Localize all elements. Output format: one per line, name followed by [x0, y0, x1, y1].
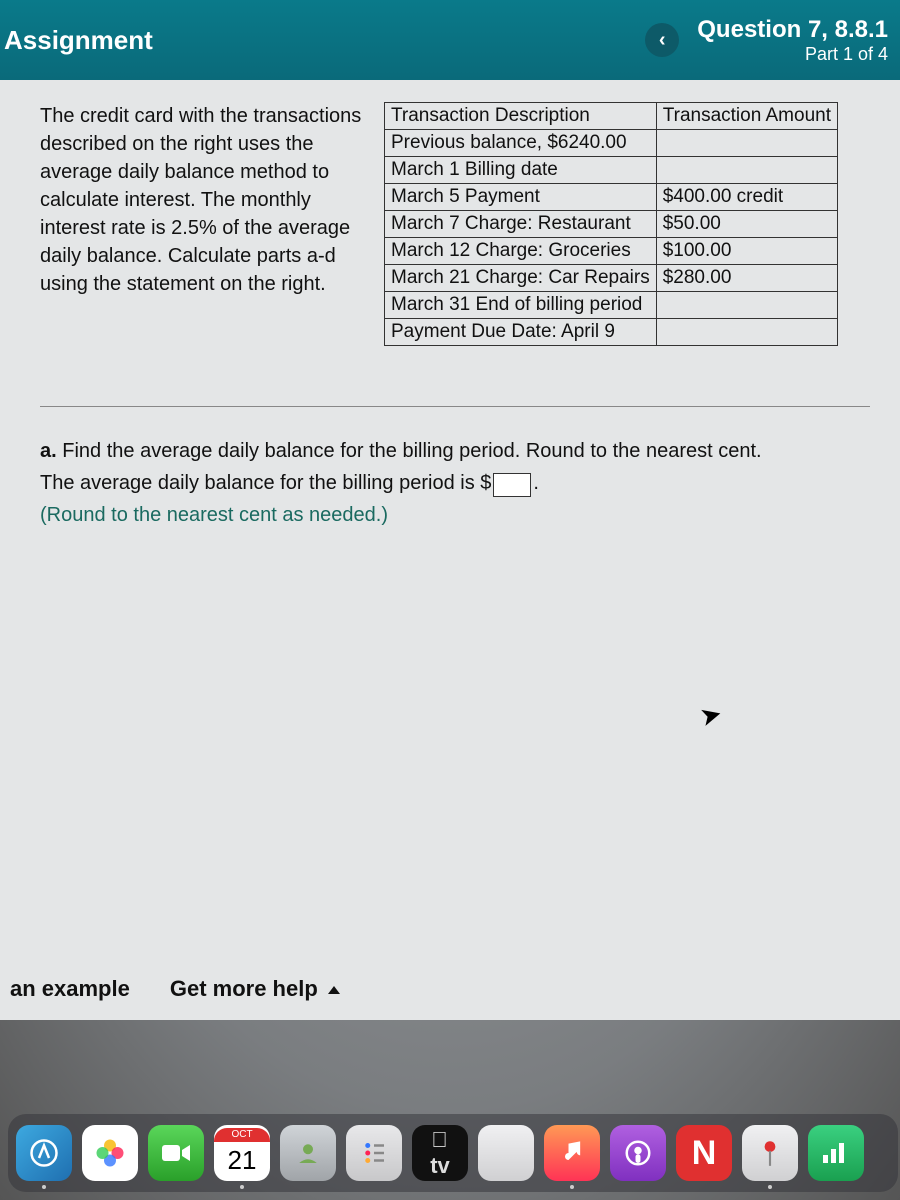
reminders-icon[interactable]	[346, 1125, 402, 1181]
caret-up-icon	[328, 986, 340, 994]
table-row: Payment Due Date: April 9	[385, 319, 838, 346]
calendar-icon[interactable]: OCT 21	[214, 1125, 270, 1181]
part-a-label: a.	[40, 440, 57, 462]
table-row: March 5 Payment$400.00 credit	[385, 184, 838, 211]
question-part: Part 1 of 4	[697, 44, 888, 65]
answer-sentence-prefix: The average daily balance for the billin…	[40, 472, 491, 494]
app-store-icon[interactable]	[16, 1125, 72, 1181]
table-header-amount: Transaction Amount	[656, 103, 837, 130]
answer-sentence-suffix: .	[533, 472, 539, 494]
contacts-icon[interactable]	[280, 1125, 336, 1181]
calendar-month: OCT	[214, 1128, 270, 1142]
table-row: March 21 Charge: Car Repairs$280.00	[385, 265, 838, 292]
table-row: March 7 Charge: Restaurant$50.00	[385, 211, 838, 238]
music-icon[interactable]	[544, 1125, 600, 1181]
get-more-help-link[interactable]: Get more help	[170, 976, 340, 1002]
table-header-description: Transaction Description	[385, 103, 657, 130]
problem-statement: The credit card with the transactions de…	[40, 102, 370, 298]
table-row: March 31 End of billing period	[385, 292, 838, 319]
table-row: March 1 Billing date	[385, 157, 838, 184]
prev-question-button[interactable]: ‹	[645, 23, 679, 57]
podcasts-icon[interactable]	[610, 1125, 666, 1181]
apple-tv-icon[interactable]: tv	[412, 1125, 468, 1181]
stats-app-icon[interactable]	[808, 1125, 864, 1181]
calendar-day: 21	[228, 1142, 257, 1178]
facetime-icon[interactable]	[148, 1125, 204, 1181]
generic-app-icon[interactable]	[478, 1125, 534, 1181]
help-footer: an example Get more help	[0, 958, 350, 1020]
pin-app-icon[interactable]	[742, 1125, 798, 1181]
transaction-table: Transaction Description Transaction Amou…	[384, 102, 838, 346]
question-number: Question 7, 8.8.1	[697, 16, 888, 44]
macos-dock: OCT 21 tv N	[8, 1114, 898, 1192]
n-app-icon[interactable]: N	[676, 1125, 732, 1181]
assignment-title: Assignment	[0, 25, 153, 56]
table-row: March 12 Charge: Groceries$100.00	[385, 238, 838, 265]
question-info: Question 7, 8.8.1 Part 1 of 4	[697, 16, 888, 65]
photos-icon[interactable]	[82, 1125, 138, 1181]
assignment-header: Assignment ‹ Question 7, 8.8.1 Part 1 of…	[0, 0, 900, 80]
mouse-cursor-icon: ➤	[696, 698, 725, 734]
table-row: Previous balance, $6240.00	[385, 130, 838, 157]
part-a: a. Find the average daily balance for th…	[40, 435, 870, 531]
view-example-link[interactable]: an example	[10, 976, 130, 1002]
rounding-hint: (Round to the nearest cent as needed.)	[40, 499, 870, 531]
answer-input[interactable]	[493, 473, 531, 497]
section-divider	[40, 406, 870, 407]
part-a-prompt: Find the average daily balance for the b…	[57, 440, 762, 462]
question-content: The credit card with the transactions de…	[0, 80, 900, 1020]
